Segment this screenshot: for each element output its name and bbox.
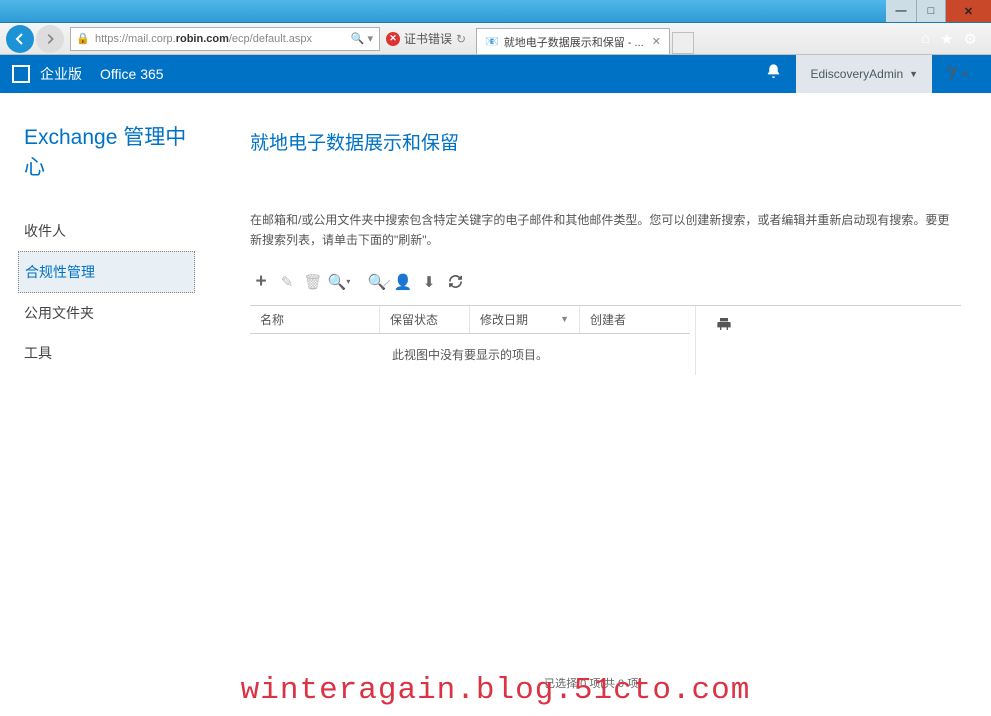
- search-button[interactable]: 🔍▾: [328, 271, 350, 293]
- office-header: 企业版 Office 365 EdiscoveryAdmin ▼ ? ▼: [0, 55, 991, 93]
- window-titlebar: — □ ✕: [0, 0, 991, 23]
- tab-strip: 📧 就地电子数据展示和保留 - ... ✕: [476, 23, 694, 54]
- cert-error-badge[interactable]: ✕ 证书错误 ↻: [386, 30, 466, 47]
- tab-title: 就地电子数据展示和保留 - ...: [504, 34, 644, 50]
- export-button[interactable]: ⬇: [418, 271, 440, 293]
- favorites-icon[interactable]: ★: [940, 30, 953, 48]
- back-button[interactable]: [6, 25, 34, 53]
- sidebar-item-compliance[interactable]: 合规性管理: [18, 251, 195, 293]
- print-icon[interactable]: [716, 316, 961, 336]
- chevron-down-icon: ▼: [909, 69, 918, 79]
- new-tab-button[interactable]: [672, 32, 694, 54]
- content-area: 就地电子数据展示和保留 在邮箱和/或公用文件夹中搜索包含特定关键字的电子邮件和其…: [195, 93, 991, 716]
- column-status[interactable]: 保留状态: [380, 306, 470, 333]
- toolbar: + ✎ 🗑 🔍▾ 🔍̷ 👤 ⬇: [250, 271, 961, 293]
- help-button[interactable]: ? ▼: [946, 64, 969, 85]
- home-icon[interactable]: ⌂: [921, 30, 930, 48]
- refresh-button[interactable]: [444, 271, 466, 293]
- delete-button: 🗑: [302, 271, 324, 293]
- browser-tab[interactable]: 📧 就地电子数据展示和保留 - ... ✕: [476, 28, 670, 54]
- refresh-icon[interactable]: ↻: [456, 32, 466, 46]
- minimize-button[interactable]: —: [886, 0, 916, 22]
- column-creator[interactable]: 创建者: [580, 306, 690, 333]
- site-icon: 🔒: [75, 31, 91, 47]
- detail-pane: [695, 306, 961, 375]
- settings-icon[interactable]: ⚙: [964, 30, 977, 48]
- sidebar-item-public-folders[interactable]: 公用文件夹: [24, 293, 195, 333]
- user-menu[interactable]: EdiscoveryAdmin ▼: [796, 55, 932, 93]
- notifications-icon[interactable]: [765, 63, 782, 85]
- preview-button: 👤: [392, 271, 414, 293]
- page-description: 在邮箱和/或公用文件夹中搜索包含特定关键字的电子邮件和其他邮件类型。您可以创建新…: [250, 210, 961, 251]
- tab-close-icon[interactable]: ✕: [652, 35, 661, 48]
- username-label: EdiscoveryAdmin: [810, 67, 903, 81]
- sidebar: Exchange 管理中心 收件人 合规性管理 公用文件夹 工具: [0, 93, 195, 716]
- edition-label: 企业版: [40, 64, 82, 84]
- sidebar-item-tools[interactable]: 工具: [24, 333, 195, 373]
- browser-tools: ⌂ ★ ⚙: [921, 30, 985, 48]
- maximize-button[interactable]: □: [916, 0, 946, 22]
- page-heading: 就地电子数据展示和保留: [250, 128, 961, 155]
- browser-nav-bar: 🔒 https://mail.corp.robin.com/ecp/defaul…: [0, 23, 991, 55]
- results-table: 名称 保留状态 修改日期 ▼ 创建者 此视图中没有要显示的项目。: [250, 305, 961, 375]
- table-header: 名称 保留状态 修改日期 ▼ 创建者: [250, 306, 690, 334]
- cert-error-label: 证书错误: [404, 30, 452, 47]
- tab-favicon: 📧: [485, 35, 499, 48]
- status-bar: 已选择 0 项(共 0 项): [195, 675, 991, 691]
- sort-desc-icon: ▼: [560, 314, 569, 324]
- app-title: Exchange 管理中心: [24, 121, 195, 181]
- column-name[interactable]: 名称: [250, 306, 380, 333]
- close-button[interactable]: ✕: [946, 0, 991, 22]
- sidebar-item-recipients[interactable]: 收件人: [24, 211, 195, 251]
- url-text: https://mail.corp.robin.com/ecp/default.…: [95, 33, 345, 45]
- forward-button[interactable]: [36, 25, 64, 53]
- chevron-down-icon: ▼: [960, 69, 969, 79]
- address-bar[interactable]: 🔒 https://mail.corp.robin.com/ecp/defaul…: [70, 27, 380, 51]
- edit-button: ✎: [276, 271, 298, 293]
- add-button[interactable]: +: [250, 271, 272, 293]
- stop-search-button: 🔍̷: [366, 271, 388, 293]
- cert-error-icon: ✕: [386, 32, 400, 46]
- column-date[interactable]: 修改日期 ▼: [470, 306, 580, 333]
- empty-message: 此视图中没有要显示的项目。: [250, 334, 690, 375]
- office-logo-icon: [12, 65, 30, 83]
- product-label: Office 365: [100, 66, 164, 82]
- search-dropdown-icon[interactable]: 🔍 ▾: [345, 32, 379, 45]
